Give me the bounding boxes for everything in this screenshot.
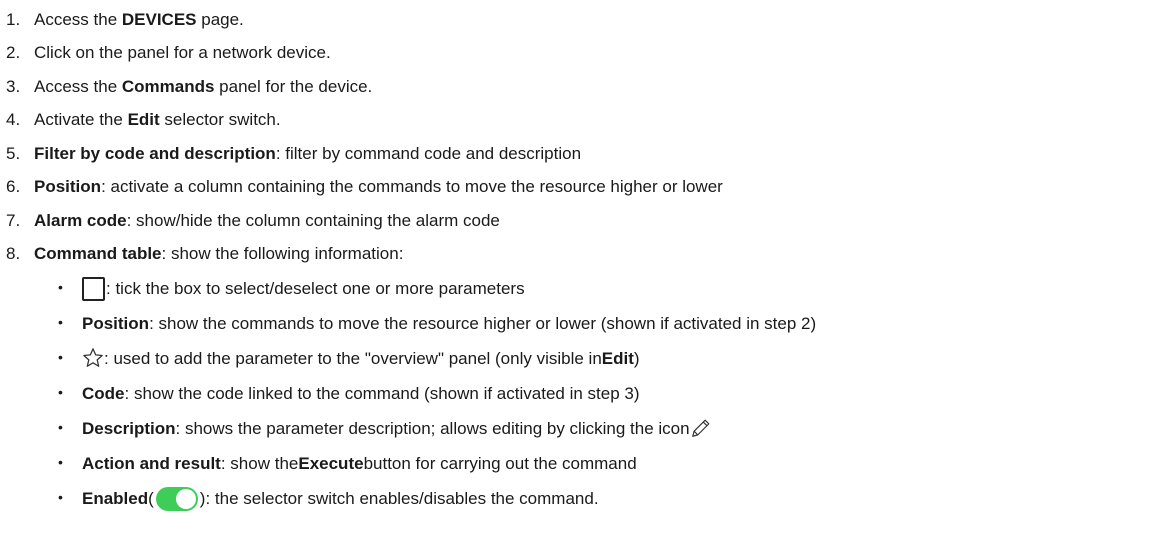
step-text-pre: Activate the bbox=[34, 110, 128, 130]
item-bold: Action and result bbox=[82, 453, 221, 473]
item-text: : shows the parameter description; allow… bbox=[175, 418, 690, 438]
step-number: 6. bbox=[6, 177, 21, 197]
item-text: : show the commands to move the resource… bbox=[149, 313, 817, 333]
item-bold: Enabled bbox=[82, 488, 149, 508]
item-text: ( bbox=[148, 488, 154, 508]
step-number: 2. bbox=[6, 43, 21, 63]
step-text-pre: Access the bbox=[34, 9, 122, 29]
bullet: • bbox=[58, 453, 63, 470]
item-bold-execute: Execute bbox=[298, 453, 364, 473]
step-text-pre: Click on the panel for a network device. bbox=[34, 43, 331, 63]
step-5: 5. Filter by code and description: filte… bbox=[2, 137, 1153, 171]
step-4: 4. Activate the Edit selector switch. bbox=[2, 104, 1153, 138]
step-text-pre: Access the bbox=[34, 76, 122, 96]
step-2: 2. Click on the panel for a network devi… bbox=[2, 37, 1153, 71]
step-text: Click on the panel for a network device. bbox=[34, 43, 331, 63]
step-3: 3. Access the Commands panel for the dev… bbox=[2, 70, 1153, 104]
step-text: Activate the Edit selector switch. bbox=[34, 110, 281, 130]
item-bold: Code bbox=[82, 383, 125, 403]
toggle-knob bbox=[175, 488, 196, 509]
step-text-post: : filter by command code and description bbox=[275, 143, 582, 163]
step-number: 3. bbox=[6, 76, 21, 96]
step-bold: Command table bbox=[34, 244, 162, 264]
step-bold: Filter by code and description bbox=[34, 143, 276, 163]
step-number: 4. bbox=[6, 110, 21, 130]
bullet: • bbox=[58, 278, 63, 295]
instructions: 1. Access the DEVICES page. 2. Click on … bbox=[0, 0, 1153, 516]
step-text: Access the DEVICES page. bbox=[34, 10, 244, 30]
checkbox-icon bbox=[82, 276, 105, 301]
item-text-end: ): the selector switch enables/disables … bbox=[199, 488, 599, 508]
step-text: Filter by code and description: filter b… bbox=[34, 144, 581, 164]
step-text: Position: activate a column containing t… bbox=[34, 177, 723, 197]
item-bold: Description bbox=[82, 418, 176, 438]
step-8: 8. Command table: show the following inf… bbox=[2, 238, 1153, 272]
toggle-switch-icon bbox=[155, 486, 198, 511]
step-number: 7. bbox=[6, 210, 21, 230]
step-7: 7. Alarm code: show/hide the column cont… bbox=[2, 204, 1153, 238]
item-text-end: button for carrying out the command bbox=[363, 453, 637, 473]
step-text: Alarm code: show/hide the column contain… bbox=[34, 211, 500, 231]
step-bold: Commands bbox=[121, 76, 215, 96]
step-1: 1. Access the DEVICES page. bbox=[2, 3, 1153, 37]
step-bold: Alarm code bbox=[34, 210, 127, 230]
step-text: Command table: show the following inform… bbox=[34, 244, 403, 264]
table-item-action: • Action and result: show the Execute bu… bbox=[2, 446, 1153, 481]
item-bold: Edit bbox=[601, 348, 634, 368]
item-bold: Position bbox=[82, 313, 150, 333]
step-text-post: page. bbox=[196, 9, 244, 29]
step-text-post: : show the following information: bbox=[161, 244, 404, 264]
item-text: : show the code linked to the command (s… bbox=[124, 383, 640, 403]
table-item-description: • Description: shows the parameter descr… bbox=[2, 411, 1153, 446]
step-number: 1. bbox=[6, 9, 21, 29]
step-text-post: : show/hide the column containing the al… bbox=[126, 210, 500, 230]
step-number: 5. bbox=[6, 143, 21, 163]
step-text-post: selector switch. bbox=[159, 110, 281, 130]
step-number: 8. bbox=[6, 244, 21, 264]
item-text-end: ) bbox=[633, 348, 640, 368]
step-text-post: panel for the device. bbox=[214, 76, 373, 96]
table-item-code: • Code: show the code linked to the comm… bbox=[2, 376, 1153, 411]
step-bold: DEVICES bbox=[121, 9, 197, 29]
item-text: : show the bbox=[220, 453, 299, 473]
star-icon bbox=[82, 347, 104, 370]
bullet: • bbox=[58, 313, 63, 330]
step-6: 6. Position: activate a column containin… bbox=[2, 171, 1153, 205]
table-item-position: • Position: show the commands to move th… bbox=[2, 306, 1153, 341]
step-bold: Edit bbox=[127, 110, 160, 130]
table-item-enabled: • Enabled ( ): the selector switch enabl… bbox=[2, 481, 1153, 516]
pencil-icon bbox=[690, 417, 712, 440]
bullet: • bbox=[58, 383, 63, 400]
item-text: : used to add the parameter to the "over… bbox=[104, 348, 602, 368]
bullet: • bbox=[58, 418, 63, 435]
table-item-star: • : used to add the parameter to the "ov… bbox=[2, 341, 1153, 376]
step-text-post: : activate a column containing the comma… bbox=[101, 177, 723, 197]
bullet: • bbox=[58, 348, 63, 365]
table-item-checkbox: • : tick the box to select/deselect one … bbox=[2, 271, 1153, 306]
item-text: : tick the box to select/deselect one or… bbox=[106, 278, 525, 298]
bullet: • bbox=[58, 488, 63, 505]
step-text: Access the Commands panel for the device… bbox=[34, 77, 372, 97]
step-bold: Position bbox=[34, 177, 102, 197]
